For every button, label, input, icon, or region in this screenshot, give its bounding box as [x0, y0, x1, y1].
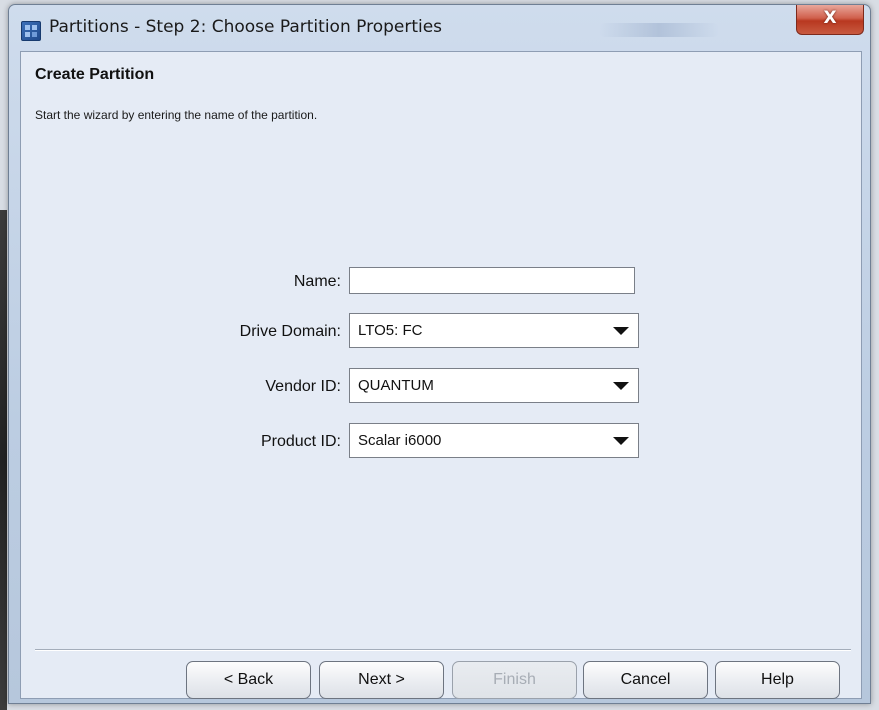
- cancel-button[interactable]: Cancel: [583, 661, 708, 699]
- product-id-label: Product ID:: [260, 433, 341, 450]
- product-id-value: Scalar i6000: [358, 432, 442, 449]
- partition-wizard-window: Partitions - Step 2: Choose Partition Pr…: [8, 4, 871, 704]
- drive-domain-value: LTO5: FC: [358, 322, 423, 339]
- drive-domain-label: Drive Domain:: [239, 323, 341, 340]
- finish-button[interactable]: Finish: [452, 661, 577, 699]
- button-bar-divider: [35, 649, 851, 651]
- close-button[interactable]: X: [796, 5, 864, 35]
- window-title: Partitions - Step 2: Choose Partition Pr…: [49, 17, 443, 37]
- partition-app-icon: [21, 21, 41, 41]
- drive-domain-select[interactable]: LTO5: FC: [349, 313, 639, 348]
- wizard-instructions: Start the wizard by entering the name of…: [35, 108, 318, 122]
- title-bar-decoration: [599, 23, 719, 37]
- chevron-down-icon: [613, 382, 629, 390]
- help-button[interactable]: Help: [715, 661, 840, 699]
- vendor-id-label: Vendor ID:: [265, 378, 341, 395]
- close-icon: X: [823, 8, 837, 28]
- next-button[interactable]: Next >: [319, 661, 444, 699]
- page-title: Create Partition: [35, 66, 155, 83]
- title-bar[interactable]: Partitions - Step 2: Choose Partition Pr…: [9, 5, 870, 53]
- background-window-edge: [0, 210, 7, 710]
- wizard-panel: Create Partition Start the wizard by ent…: [20, 51, 862, 699]
- vendor-id-value: QUANTUM: [358, 377, 434, 394]
- name-label: Name:: [293, 273, 341, 290]
- vendor-id-select[interactable]: QUANTUM: [349, 368, 639, 403]
- chevron-down-icon: [613, 437, 629, 445]
- product-id-select[interactable]: Scalar i6000: [349, 423, 639, 458]
- name-input[interactable]: [349, 267, 635, 294]
- chevron-down-icon: [613, 327, 629, 335]
- back-button[interactable]: < Back: [186, 661, 311, 699]
